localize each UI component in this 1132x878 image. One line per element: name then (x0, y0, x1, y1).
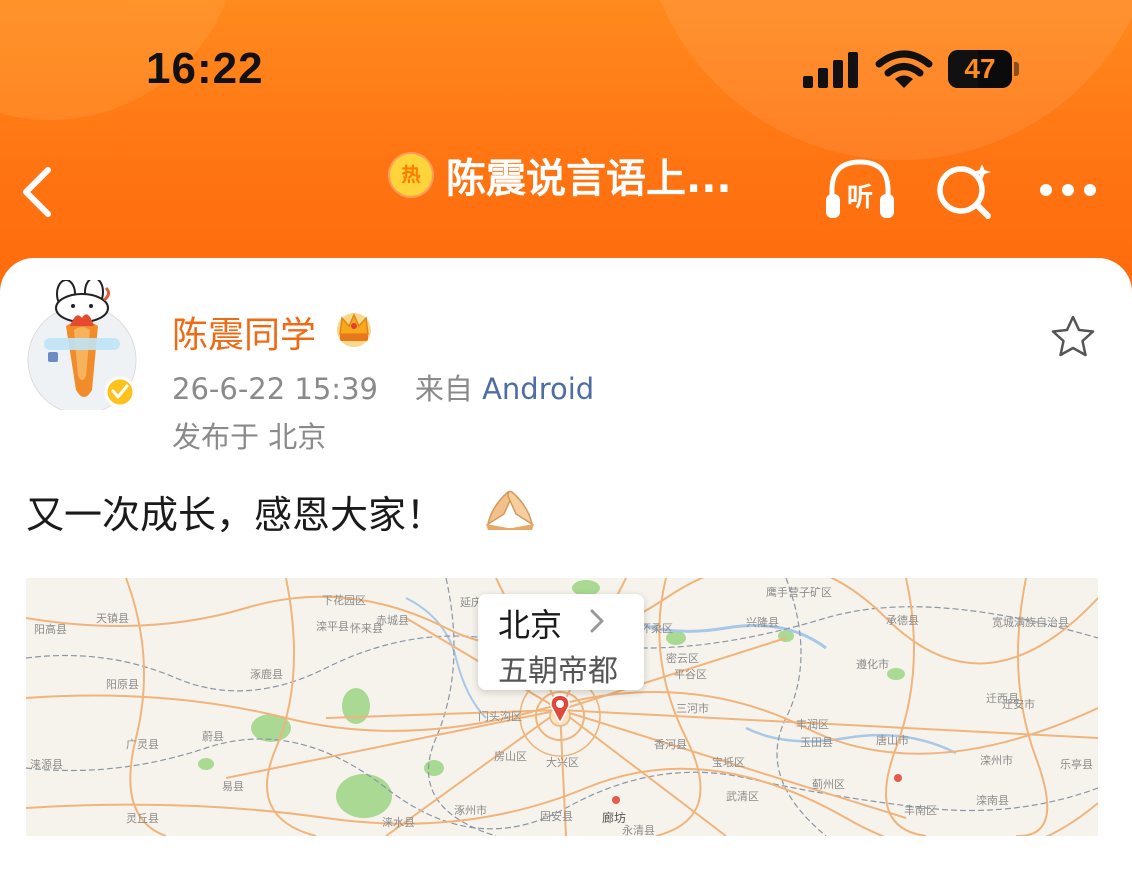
map-label: 怀柔区 (640, 622, 673, 635)
map-label: 天镇县 (96, 611, 129, 625)
post-meta: 26-6-22 15:39 来自 Android (172, 366, 594, 408)
map-city-popup[interactable]: 北京 五朝帝都 (478, 594, 644, 690)
chevron-left-icon[interactable] (14, 162, 64, 222)
map-label: 丰润区 (796, 717, 829, 731)
map-label: 迁安市 (1002, 697, 1035, 711)
verified-badge-icon (104, 376, 136, 408)
battery-percent: 47 (964, 53, 996, 84)
search-icon[interactable] (934, 160, 994, 220)
battery-icon: 47 (948, 50, 1020, 88)
wifi-icon (875, 50, 933, 88)
map-label: 大兴区 (546, 755, 579, 769)
map-label: 灵丘县 (126, 812, 159, 825)
status-time: 16:22 (146, 44, 264, 93)
map-label: 蓟州区 (812, 778, 845, 791)
crown-icon (337, 313, 371, 347)
map-label: 蔚县 (202, 730, 224, 743)
map-label: 广灵县 (126, 738, 159, 751)
map-label: 门头沟区 (478, 709, 522, 723)
map-label: 宝坻区 (712, 755, 745, 769)
map-park (198, 758, 214, 770)
listen-glyph: 听 (847, 183, 873, 213)
map-label: 涞源县 (30, 757, 63, 771)
map-pin-icon (550, 694, 570, 724)
map-label: 鹰手营子矿区 (766, 585, 832, 599)
listen-icon[interactable]: 听 (822, 156, 898, 222)
map-label: 兴隆县 (746, 615, 779, 629)
map-label: 三河市 (676, 701, 709, 715)
map-label: 涿鹿县 (250, 667, 283, 681)
map-label: 廊坊 (602, 810, 626, 825)
map-label: 密云区 (666, 651, 699, 665)
username[interactable]: 陈震同学 (172, 306, 316, 358)
map-label: 承德县 (886, 613, 919, 627)
map-city-dot (894, 774, 902, 782)
map-border (776, 578, 827, 836)
map-city-dot (612, 796, 620, 804)
map-label: 怀来县 (350, 622, 383, 635)
source-link[interactable]: Android (482, 372, 594, 406)
post-timestamp: 26-6-22 15:39 (172, 372, 378, 406)
map-label: 武清区 (726, 790, 759, 803)
map-label: 香河县 (654, 738, 687, 751)
avatar[interactable] (26, 280, 138, 410)
map-label: 乐亭县 (1060, 757, 1093, 771)
map-label: 丰南区 (904, 804, 937, 817)
star-icon[interactable] (1048, 312, 1098, 362)
source-prefix: 来自 (414, 372, 473, 406)
map-label: 玉田县 (800, 736, 833, 749)
cellular-signal-icon (803, 52, 861, 88)
map-label: 滦州市 (980, 753, 1013, 767)
map-city-name: 北京 (498, 606, 563, 644)
map-label: 固安县 (540, 809, 573, 823)
map-label: 涞水县 (382, 816, 415, 829)
post-location: 发布于 北京 (172, 420, 327, 454)
map-park (887, 668, 905, 680)
map-label: 房山区 (494, 750, 527, 763)
post-text: 又一次成长，感恩大家！ (26, 493, 445, 537)
map-park (424, 760, 444, 776)
map-label: 阳高县 (34, 622, 67, 636)
map-label: 阳原县 (106, 678, 139, 691)
map-label: 滦南县 (976, 793, 1009, 807)
chevron-right-icon (590, 609, 604, 633)
page-title[interactable]: 陈震说言语上... (446, 146, 732, 204)
map-label: 唐山市 (876, 733, 909, 747)
map-label: 易县 (222, 780, 244, 793)
map-label: 宽城满族自治县 (992, 615, 1069, 629)
map-label: 下花园区 (322, 594, 366, 607)
map-label: 滦平县 (316, 619, 349, 633)
map-park (342, 688, 370, 724)
pray-hands-icon (486, 490, 534, 530)
map-park (336, 774, 392, 818)
map-city-subtitle: 五朝帝都 (498, 654, 618, 689)
map-label: 遵化市 (856, 657, 889, 671)
map-label: 平谷区 (674, 668, 707, 681)
app-header: 16:22 47 热 陈震说言语上... 听 (0, 0, 1132, 300)
map-label: 永清县 (622, 823, 655, 836)
more-icon[interactable] (1040, 184, 1100, 200)
hot-topic-badge: 热 (390, 154, 432, 196)
map-label: 涿州市 (454, 803, 487, 817)
